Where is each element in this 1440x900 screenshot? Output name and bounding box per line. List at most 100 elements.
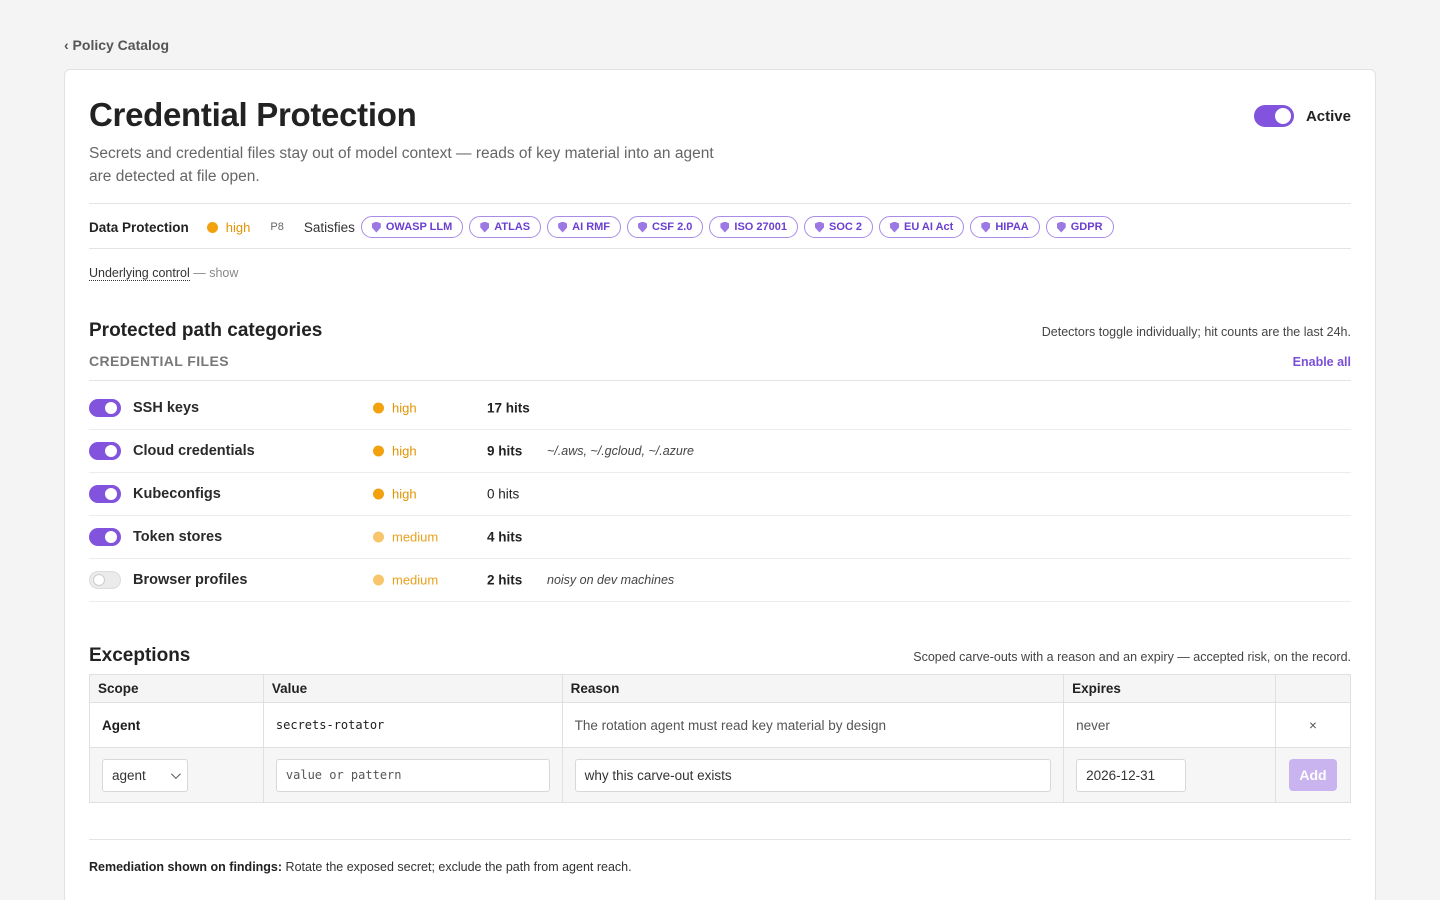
new-expires-cell: 2026-12-31 [1063, 747, 1276, 803]
page-title: Credential Protection [89, 96, 417, 133]
framework-chip-gdpr[interactable]: GDPR [1045, 216, 1114, 238]
path-toggle-browser-profiles[interactable] [89, 571, 121, 589]
column-header-reason: Reason [561, 674, 1065, 703]
new-value-cell: value or pattern [262, 747, 563, 803]
shield-icon [814, 221, 824, 233]
shield-icon [720, 221, 730, 233]
severity-dot [373, 574, 384, 586]
divider [89, 203, 1351, 204]
path-severity: high [373, 487, 417, 502]
shield-icon [638, 221, 648, 233]
severity-dot [206, 221, 218, 233]
underlying-control-show[interactable]: — show [193, 266, 238, 280]
shield-icon [890, 221, 899, 233]
severity-dot [373, 531, 384, 543]
path-row-browser-profiles: Browser profiles medium 2 hits noisy on … [89, 559, 1351, 602]
path-name: Token stores [133, 529, 223, 545]
value-input[interactable]: value or pattern [275, 758, 550, 792]
column-header-scope: Scope [89, 674, 264, 703]
framework-chip-csf[interactable]: CSF 2.0 [627, 216, 704, 238]
framework-chip-iso[interactable]: ISO 27001 [709, 216, 798, 238]
policy-card: Credential Protection Secrets and creden… [64, 69, 1376, 900]
scope-select[interactable]: agent [102, 758, 188, 792]
active-toggle[interactable] [1253, 105, 1294, 127]
path-hits: 4 hits [487, 529, 523, 545]
framework-chip-atlas[interactable]: ATLAS [469, 216, 542, 238]
toggle-knob [105, 445, 117, 457]
exceptions-note: Scoped carve-outs with a reason and an e… [913, 650, 1351, 664]
satisfies-label: Satisfies [303, 219, 355, 235]
exception-reason: The rotation agent must read key materia… [561, 702, 1065, 748]
path-row-token-stores: Token stores medium 4 hits [89, 516, 1351, 559]
framework-chip-hipaa[interactable]: HIPAA [970, 216, 1040, 238]
framework-chip-ai-rmf[interactable]: AI RMF [547, 216, 622, 238]
path-severity: medium [373, 530, 438, 545]
column-header-value: Value [262, 674, 563, 703]
shield-icon [371, 221, 381, 233]
toggle-knob [105, 402, 117, 414]
framework-chip-eu-ai-act[interactable]: EU AI Act [879, 216, 965, 238]
path-hits: 9 hits [487, 443, 523, 459]
toggle-knob [105, 531, 117, 543]
table-row: Agent secrets-rotator The rotation agent… [89, 702, 1352, 748]
path-row-ssh-keys: SSH keys high 17 hits [89, 387, 1351, 430]
chevron-down-icon [170, 768, 181, 779]
exceptions-table: Scope Value Reason Expires Agent secrets… [89, 674, 1352, 803]
path-severity: medium [373, 573, 438, 588]
underlying-control-link[interactable]: Underlying control [89, 266, 190, 281]
policy-meta: Data Protection high P8 Satisfies OWASP … [89, 215, 1120, 239]
active-label: Active [1305, 107, 1351, 125]
framework-chip-soc2[interactable]: SOC 2 [803, 216, 873, 238]
path-name: SSH keys [133, 400, 200, 416]
shield-icon [480, 221, 490, 233]
path-severity: high [373, 444, 417, 459]
group-label: CREDENTIAL FILES [89, 353, 229, 369]
exception-expires: never [1063, 702, 1276, 748]
remediation-label: Remediation shown on findings: [89, 860, 283, 874]
severity-dot [373, 445, 384, 457]
path-note: ~/.aws, ~/.gcloud, ~/.azure [547, 444, 694, 458]
column-header-expires: Expires [1063, 674, 1276, 703]
path-toggle-kubeconfigs[interactable] [89, 485, 121, 503]
toggle-knob [105, 488, 117, 500]
add-exception-button[interactable]: Add [1288, 759, 1337, 791]
policy-description: Secrets and credential files stay out of… [89, 145, 714, 185]
exception-scope: Agent [89, 702, 264, 748]
path-note: noisy on dev machines [547, 573, 675, 587]
toggle-knob [1274, 108, 1291, 124]
divider [89, 380, 1351, 381]
active-toggle-group: Active [1253, 105, 1351, 127]
path-toggle-cloud-credentials[interactable] [89, 442, 121, 460]
new-exception-row: agent value or pattern why this carve-ou… [89, 747, 1352, 803]
table-header-row: Scope Value Reason Expires [89, 674, 1352, 703]
severity-label: high [225, 219, 251, 235]
paths-note: Detectors toggle individually; hit count… [1041, 325, 1351, 339]
severity-dot [373, 488, 384, 500]
path-name: Cloud credentials [133, 443, 255, 459]
expires-date-input[interactable]: 2026-12-31 [1076, 758, 1187, 792]
remediation-text: Rotate the exposed secret; exclude the p… [285, 860, 632, 874]
toggle-knob [93, 574, 105, 586]
shield-icon [1056, 221, 1066, 233]
severity-dot [373, 402, 384, 414]
paths-section-title: Protected path categories [89, 320, 323, 341]
divider [89, 248, 1351, 249]
shield-icon [558, 221, 568, 233]
path-row-cloud-credentials: Cloud credentials high 9 hits ~/.aws, ~/… [89, 430, 1351, 473]
path-row-kubeconfigs: Kubeconfigs high 0 hits [89, 473, 1351, 516]
path-name: Browser profiles [133, 572, 248, 588]
divider [89, 839, 1351, 840]
back-link-policy-catalog[interactable]: ‹ Policy Catalog [64, 37, 169, 53]
priority-badge: P8 [270, 221, 284, 233]
path-toggle-token-stores[interactable] [89, 528, 121, 546]
path-severity: high [373, 401, 417, 416]
enable-all-button[interactable]: Enable all [1293, 355, 1351, 369]
path-hits: 17 hits [487, 400, 530, 416]
exceptions-section-title: Exceptions [89, 645, 191, 666]
shield-icon [981, 221, 991, 233]
path-name: Kubeconfigs [133, 486, 221, 502]
path-toggle-ssh-keys[interactable] [89, 399, 121, 417]
reason-input[interactable]: why this carve-out exists [574, 758, 1052, 792]
framework-chip-owasp[interactable]: OWASP LLM [360, 216, 464, 238]
remove-exception-icon[interactable]: × [1274, 702, 1352, 748]
